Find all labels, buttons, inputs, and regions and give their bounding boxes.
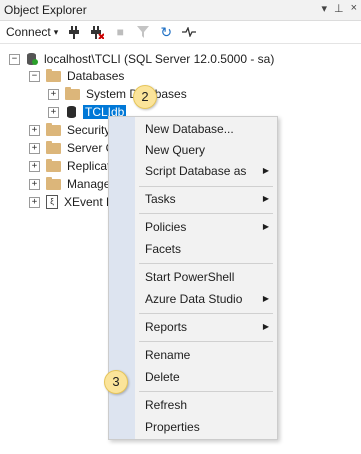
- connect-icon[interactable]: [67, 25, 81, 39]
- activity-monitor-icon[interactable]: [182, 25, 197, 39]
- menu-separator: [139, 213, 273, 214]
- expand-icon[interactable]: +: [29, 160, 40, 172]
- menu-label: Properties: [145, 420, 200, 434]
- menu-item-properties[interactable]: Properties: [145, 417, 269, 437]
- menu-label: Refresh: [145, 398, 188, 412]
- panel-controls: ▾ ⊥ ×: [321, 2, 357, 15]
- folder-icon: [46, 176, 61, 190]
- xevent-label: XEvent P: [64, 195, 115, 209]
- menu-label: Reports: [145, 320, 188, 334]
- tree-node-security[interactable]: + Security: [29, 121, 110, 139]
- submenu-arrow-icon: ▶: [262, 294, 269, 303]
- folder-icon: [65, 86, 80, 100]
- disconnect-icon[interactable]: [90, 25, 105, 39]
- toolbar: Connect ▾ ■ ↻: [0, 21, 361, 44]
- menu-item-policies[interactable]: Policies ▶: [145, 217, 269, 237]
- menu-separator: [139, 341, 273, 342]
- expand-icon[interactable]: +: [48, 88, 59, 100]
- refresh-icon[interactable]: ↻: [159, 24, 173, 40]
- menu-item-refresh[interactable]: Refresh: [145, 395, 269, 415]
- management-label: Manage: [67, 177, 111, 191]
- menu-label: New Query: [145, 143, 206, 157]
- menu-label: New Database...: [145, 122, 234, 136]
- menu-separator: [139, 313, 273, 314]
- menu-item-new-database[interactable]: New Database...: [145, 119, 269, 139]
- tree-node-server[interactable]: − localhost\TCLI (SQL Server 12.0.5000 -…: [9, 50, 274, 68]
- menu-separator: [139, 186, 273, 187]
- stop-icon[interactable]: ■: [113, 25, 127, 39]
- menu-item-reports[interactable]: Reports ▶: [145, 317, 269, 337]
- menu-label: Azure Data Studio: [145, 292, 243, 306]
- expand-icon[interactable]: +: [29, 196, 40, 208]
- panel-title: Object Explorer: [4, 3, 87, 17]
- menu-separator: [139, 391, 273, 392]
- step-badge-2: 2: [133, 85, 157, 109]
- folder-icon: [46, 122, 61, 136]
- menu-label: Policies: [145, 220, 187, 234]
- menu-item-script-database-as[interactable]: Script Database as ▶: [145, 161, 269, 181]
- menu-label: Rename: [145, 348, 191, 362]
- submenu-arrow-icon: ▶: [262, 166, 269, 175]
- menu-label: Start PowerShell: [145, 270, 235, 284]
- pin-icon[interactable]: ⊥: [334, 2, 344, 15]
- submenu-arrow-icon: ▶: [262, 222, 269, 231]
- menu-item-new-query[interactable]: New Query: [145, 140, 269, 160]
- database-icon: [67, 106, 76, 118]
- server-icon: [26, 52, 38, 66]
- expand-icon[interactable]: +: [29, 124, 40, 136]
- menu-label: Script Database as: [145, 164, 247, 178]
- menu-label: Delete: [145, 370, 180, 384]
- folder-icon: [46, 158, 61, 172]
- xevent-icon: ξ: [46, 195, 58, 209]
- server-label: localhost\TCLI (SQL Server 12.0.5000 - s…: [44, 52, 275, 66]
- tree-node-databases[interactable]: − Databases: [29, 67, 124, 85]
- security-label: Security: [67, 123, 111, 137]
- step-badge-3: 3: [104, 370, 128, 394]
- close-icon[interactable]: ×: [351, 2, 357, 15]
- submenu-arrow-icon: ▶: [262, 322, 269, 331]
- tree-node-management[interactable]: + Manage: [29, 175, 110, 193]
- expand-icon[interactable]: +: [29, 142, 40, 154]
- collapse-icon[interactable]: −: [29, 70, 40, 82]
- expand-icon[interactable]: +: [29, 178, 40, 190]
- connect-label: Connect: [6, 25, 51, 39]
- connect-button[interactable]: Connect ▾: [6, 25, 58, 39]
- menu-label: Facets: [145, 242, 182, 256]
- object-explorer-titlebar: Object Explorer ▾ ⊥ ×: [0, 0, 361, 21]
- menu-item-start-powershell[interactable]: Start PowerShell: [145, 267, 269, 287]
- databases-label: Databases: [67, 69, 125, 83]
- chevron-down-icon: ▾: [53, 26, 59, 37]
- context-menu: New Database... New Query Script Databas…: [108, 116, 278, 440]
- menu-label: Tasks: [145, 192, 176, 206]
- menu-item-rename[interactable]: Rename: [145, 345, 269, 365]
- filter-icon[interactable]: [136, 25, 150, 39]
- tree-node-replication[interactable]: + Replicati: [29, 157, 113, 175]
- expand-icon[interactable]: +: [48, 106, 59, 118]
- menu-item-azure-data-studio[interactable]: Azure Data Studio ▶: [145, 289, 269, 309]
- replication-label: Replicati: [67, 159, 114, 173]
- tree-node-xevent[interactable]: + ξ XEvent P: [29, 193, 114, 211]
- dropdown-icon[interactable]: ▾: [321, 2, 327, 15]
- submenu-arrow-icon: ▶: [262, 194, 269, 203]
- tree-node-server-objects[interactable]: + Server O: [29, 139, 115, 157]
- menu-item-tasks[interactable]: Tasks ▶: [145, 189, 269, 209]
- menu-item-delete[interactable]: Delete: [145, 367, 269, 387]
- menu-item-facets[interactable]: Facets: [145, 239, 269, 259]
- menu-separator: [139, 263, 273, 264]
- tree-node-system-databases[interactable]: + System Databases: [48, 85, 187, 103]
- folder-icon: [46, 68, 61, 82]
- collapse-icon[interactable]: −: [9, 53, 20, 65]
- folder-icon: [46, 140, 61, 154]
